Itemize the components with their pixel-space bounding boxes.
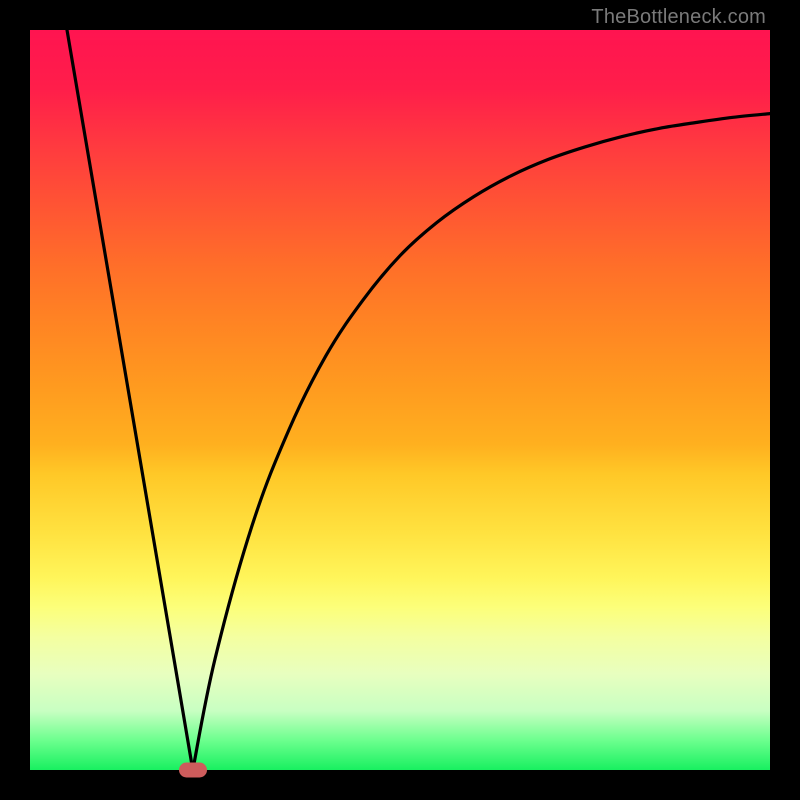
bottleneck-curve-left xyxy=(67,30,193,770)
curve-layer xyxy=(30,30,770,770)
chart-frame: TheBottleneck.com xyxy=(0,0,800,800)
minimum-marker xyxy=(179,763,207,778)
watermark-text: TheBottleneck.com xyxy=(591,6,766,29)
bottleneck-curve-right xyxy=(193,114,770,770)
plot-area xyxy=(30,30,770,770)
